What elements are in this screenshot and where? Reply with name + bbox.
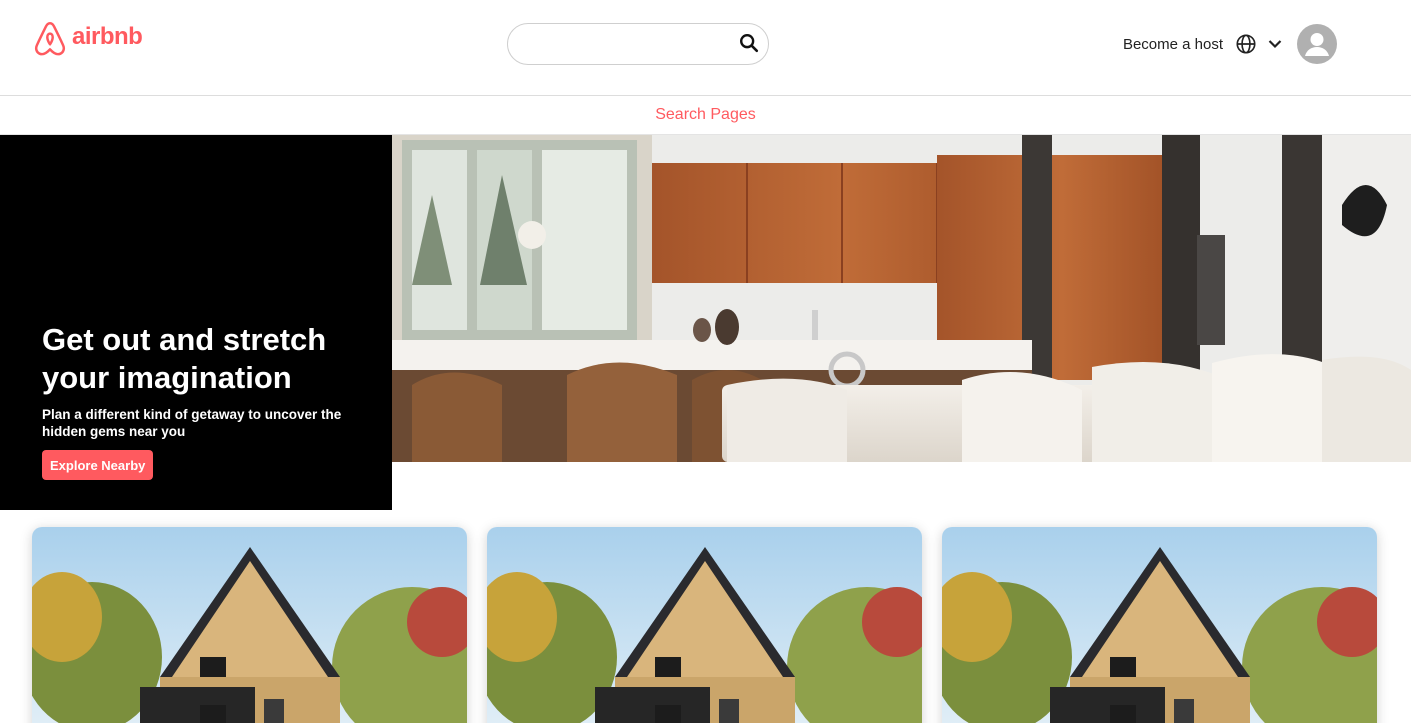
top-header: airbnb Become a host <box>0 0 1411 96</box>
cabin-photo-illustration <box>487 527 922 723</box>
airbnb-belo-icon <box>34 22 66 56</box>
search-icon <box>740 33 759 52</box>
interior-photo-illustration <box>392 135 1411 462</box>
search-button[interactable] <box>736 31 762 57</box>
brand-name: airbnb <box>72 23 143 50</box>
user-avatar-icon <box>1305 33 1329 56</box>
listing-card[interactable] <box>32 527 467 723</box>
language-button[interactable] <box>1235 33 1257 55</box>
listing-card[interactable] <box>487 527 922 723</box>
become-host-link[interactable]: Become a host <box>1123 36 1223 53</box>
hero-panel: Get out and stretch your imagination Pla… <box>0 135 392 510</box>
header-actions: Become a host <box>1123 24 1337 64</box>
menu-dropdown-button[interactable] <box>1267 36 1283 52</box>
search-pages-link[interactable]: Search Pages <box>655 106 756 124</box>
cabin-photo-illustration <box>942 527 1377 723</box>
hero-subtitle: Plan a different kind of getaway to unco… <box>42 407 342 439</box>
chevron-down-icon <box>1268 40 1282 49</box>
explore-nearby-button[interactable]: Explore Nearby <box>42 450 154 480</box>
search-input[interactable] <box>522 24 742 64</box>
cabin-photo-illustration <box>32 527 467 723</box>
sub-navigation: Search Pages <box>0 96 1411 135</box>
hero-title: Get out and stretch your imagination <box>42 322 327 395</box>
hero-image <box>392 135 1411 462</box>
globe-icon <box>1236 34 1256 54</box>
user-avatar[interactable] <box>1297 24 1337 64</box>
airbnb-logo[interactable]: airbnb <box>32 20 143 58</box>
listing-card[interactable] <box>942 527 1377 723</box>
search-bar <box>507 23 769 65</box>
